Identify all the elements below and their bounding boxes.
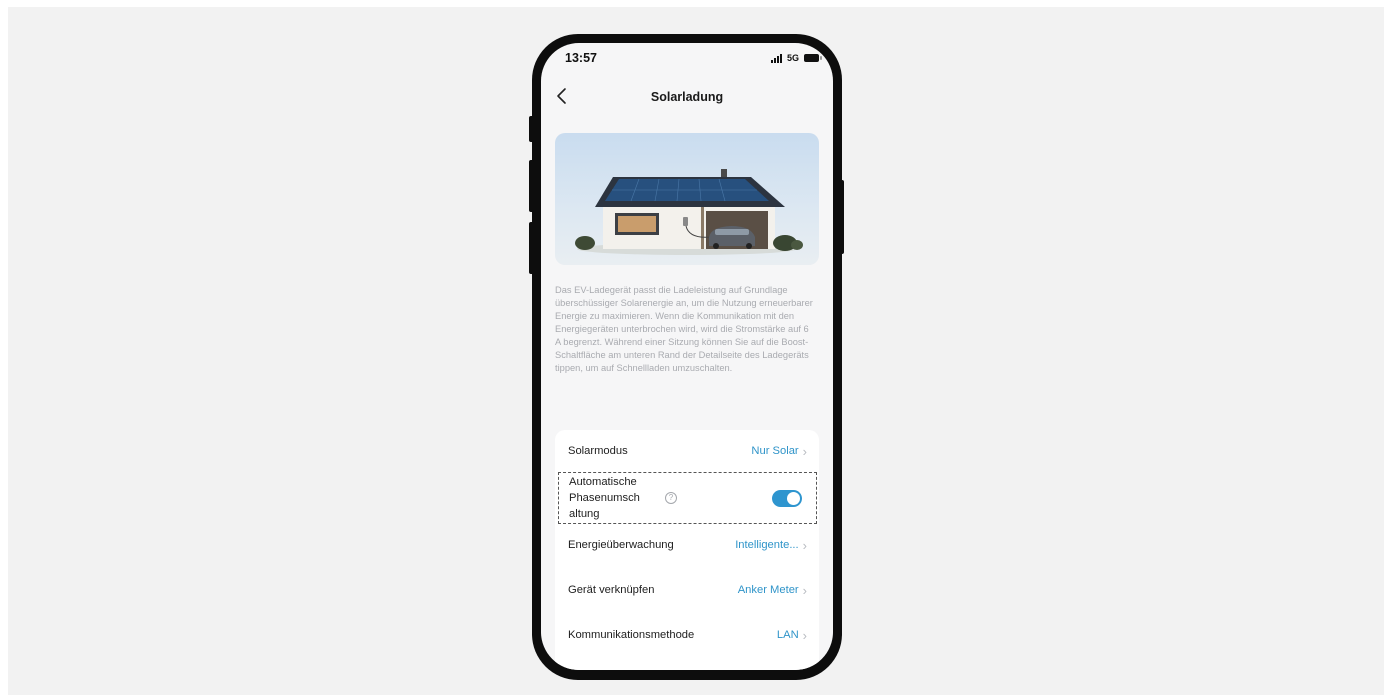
solar-mode-label: Solarmodus [568, 445, 628, 457]
battery-icon [804, 54, 822, 62]
phase-switch-toggle[interactable] [772, 489, 802, 507]
chevron-right-icon: › [802, 443, 807, 459]
status-time: 13:57 [565, 51, 597, 65]
phase-switch-label-line: Phasenumsch [569, 492, 640, 504]
solar-mode-value: Nur Solar [751, 445, 799, 457]
energy-monitoring-value: Intelligente... [735, 539, 799, 551]
description-text: Das EV-Ladegerät passt die Ladeleistung … [555, 285, 813, 373]
house-illustration [575, 169, 803, 255]
chevron-right-icon: › [802, 627, 807, 643]
phase-switch-label-line: altung [569, 508, 600, 520]
phone-side-button [529, 160, 534, 212]
link-device-value: Anker Meter [737, 584, 799, 596]
signal-icon [770, 53, 782, 63]
phase-switch-label-line: Automatische [569, 476, 637, 488]
settings-card: Solarmodus Nur Solar › Automatische Phas… [555, 430, 819, 670]
phone-side-button [839, 180, 844, 254]
link-device-row[interactable]: Gerät verknüpfen Anker Meter › [555, 569, 819, 611]
phone-side-button [529, 116, 534, 142]
energy-monitoring-label: Energieüberwachung [568, 539, 674, 551]
solar-mode-row[interactable]: Solarmodus Nur Solar › [555, 430, 819, 472]
phase-switch-label: Automatische Phasenumsch altung ? [569, 474, 677, 522]
phase-switch-row: Automatische Phasenumsch altung ? [558, 472, 817, 524]
chevron-right-icon: › [802, 537, 807, 553]
status-icons: 5G [770, 53, 822, 63]
energy-monitoring-row[interactable]: Energieüberwachung Intelligente... › [555, 524, 819, 566]
network-label: 5G [786, 53, 799, 63]
phone-screen: 13:57 5G Solarladung Das EV-Ladegerät pa… [541, 43, 833, 670]
question-circle-icon[interactable]: ? [665, 492, 677, 504]
phone-side-button [529, 222, 534, 274]
communication-value: LAN [776, 629, 799, 641]
chevron-right-icon: › [802, 582, 807, 598]
communication-label: Kommunikationsmethode [568, 629, 695, 641]
communication-row[interactable]: Kommunikationsmethode LAN › [555, 614, 819, 656]
page-title: Solarladung [650, 90, 724, 104]
hero-image [555, 133, 819, 265]
link-device-label: Gerät verknüpfen [568, 584, 655, 596]
